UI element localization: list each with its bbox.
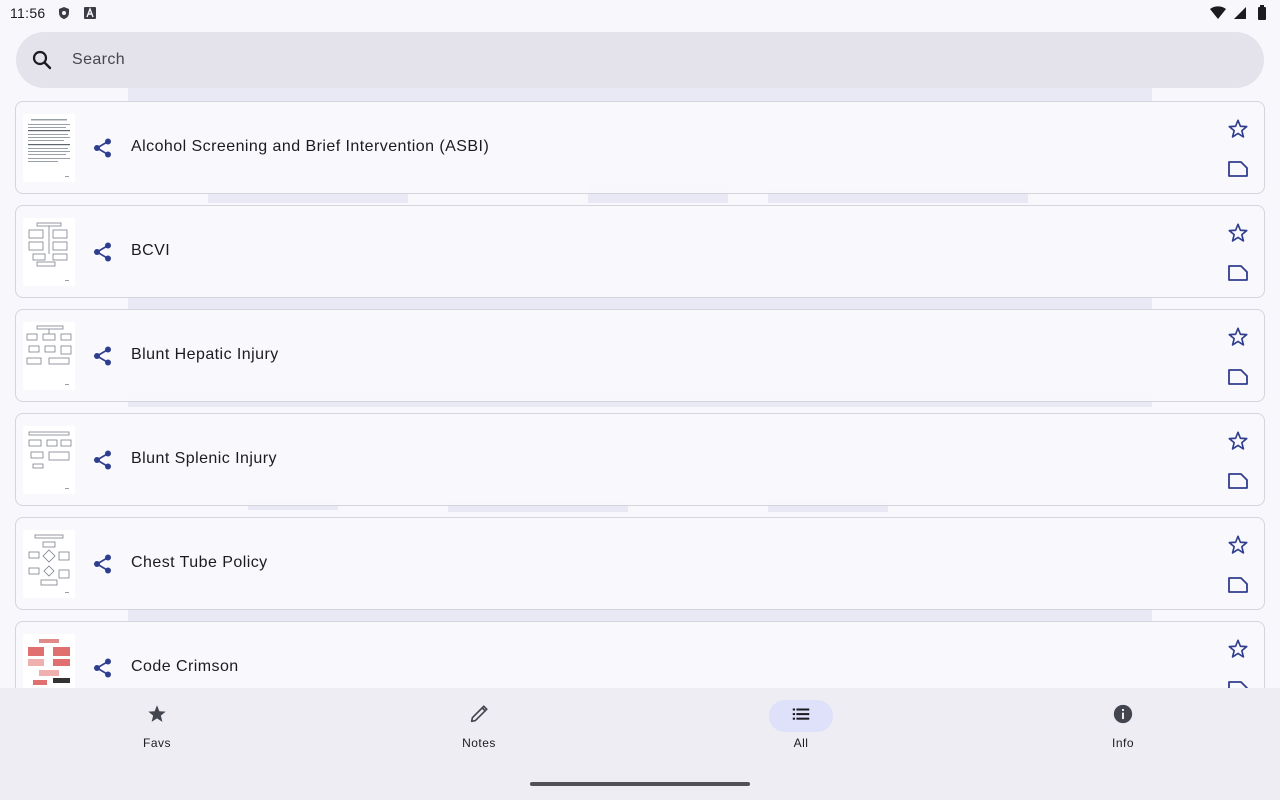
share-icon[interactable] [92, 657, 114, 679]
share-icon[interactable] [92, 449, 114, 471]
star-outline-icon[interactable] [1227, 638, 1249, 660]
nav-pill[interactable] [125, 700, 189, 732]
pencil-icon [468, 703, 490, 730]
note-icon[interactable] [1227, 574, 1249, 596]
note-icon[interactable] [1227, 470, 1249, 492]
home-indicator[interactable] [530, 782, 750, 786]
search-input[interactable] [72, 51, 1172, 69]
search-bar[interactable] [16, 32, 1264, 88]
status-bar: 11:56 [0, 0, 1280, 26]
nav-label: Favs [142, 736, 171, 750]
a-badge-icon [82, 5, 98, 21]
document-thumbnail[interactable] [23, 322, 75, 390]
info-icon [1112, 703, 1134, 730]
document-title[interactable]: Blunt Splenic Injury [131, 450, 277, 468]
nav-label: All [793, 736, 809, 750]
search-icon [30, 48, 54, 72]
list-icon [790, 703, 812, 730]
document-title[interactable]: Code Crimson [131, 658, 239, 676]
note-icon[interactable] [1227, 262, 1249, 284]
star-outline-icon[interactable] [1227, 222, 1249, 244]
nav-item-info[interactable]: Info [1063, 700, 1183, 760]
nav-pill[interactable] [769, 700, 833, 732]
document-card[interactable]: BCVI [15, 205, 1265, 298]
document-thumbnail[interactable] [23, 114, 75, 182]
cell-signal-icon [1232, 5, 1248, 21]
document-title[interactable]: BCVI [131, 242, 170, 260]
share-icon[interactable] [92, 137, 114, 159]
star-outline-icon[interactable] [1227, 326, 1249, 348]
shield-icon [56, 5, 72, 21]
document-title[interactable]: Blunt Hepatic Injury [131, 346, 279, 364]
document-card[interactable]: Chest Tube Policy [15, 517, 1265, 610]
document-thumbnail[interactable] [23, 530, 75, 598]
nav-pill[interactable] [1091, 700, 1155, 732]
note-icon[interactable] [1227, 158, 1249, 180]
star-outline-icon[interactable] [1227, 430, 1249, 452]
bottom-navigation: Favs Notes All Info [0, 688, 1280, 800]
document-title[interactable]: Alcohol Screening and Brief Intervention… [131, 138, 489, 156]
star-outline-icon[interactable] [1227, 118, 1249, 140]
battery-icon [1254, 5, 1270, 21]
nav-pill[interactable] [447, 700, 511, 732]
document-thumbnail[interactable] [23, 218, 75, 286]
nav-item-notes[interactable]: Notes [419, 700, 539, 760]
wifi-icon [1210, 5, 1226, 21]
note-icon[interactable] [1227, 366, 1249, 388]
document-card[interactable]: Code Crimson [15, 621, 1265, 688]
document-thumbnail[interactable] [23, 426, 75, 494]
document-thumbnail[interactable] [23, 634, 75, 688]
share-icon[interactable] [92, 241, 114, 263]
star-outline-icon[interactable] [1227, 534, 1249, 556]
document-card[interactable]: Alcohol Screening and Brief Intervention… [15, 101, 1265, 194]
nav-label: Info [1111, 736, 1134, 750]
note-icon[interactable] [1227, 678, 1249, 688]
nav-item-favs[interactable]: Favs [97, 700, 217, 760]
document-card[interactable]: Blunt Hepatic Injury [15, 309, 1265, 402]
status-time: 11:56 [10, 5, 46, 21]
nav-item-all[interactable]: All [741, 700, 861, 760]
document-list: Alcohol Screening and Brief Intervention… [15, 101, 1265, 688]
star-icon [146, 703, 168, 730]
share-icon[interactable] [92, 345, 114, 367]
document-title[interactable]: Chest Tube Policy [131, 554, 268, 572]
share-icon[interactable] [92, 553, 114, 575]
nav-label: Notes [462, 736, 496, 750]
document-card[interactable]: Blunt Splenic Injury [15, 413, 1265, 506]
